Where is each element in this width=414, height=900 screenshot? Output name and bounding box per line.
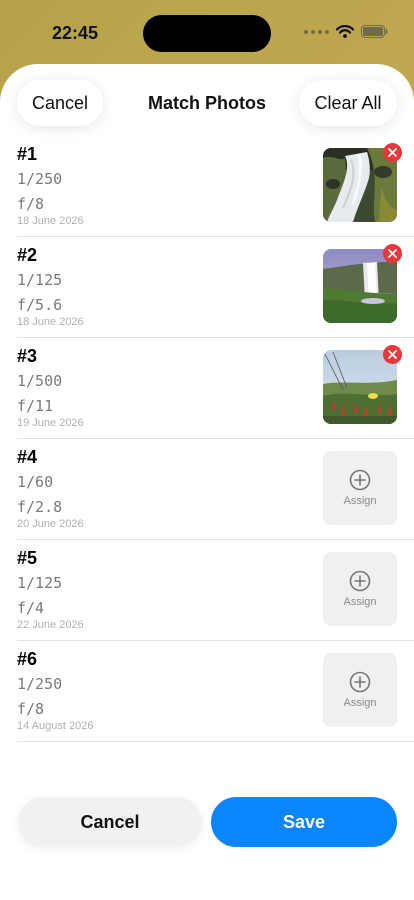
photo-thumbnail[interactable] [323,143,402,222]
cancel-button[interactable]: Cancel [18,797,202,847]
aperture: f/8 [17,195,45,213]
clear-all-button[interactable]: Clear All [299,80,397,126]
match-photos-sheet: Cancel Match Photos Clear All #1 1/250 f… [0,64,414,900]
close-circle-icon[interactable] [383,345,402,364]
photo-thumbnail[interactable] [323,345,402,424]
battery-icon [361,25,388,38]
exposure-date: 14 August 2026 [17,720,94,732]
close-circle-icon[interactable] [383,244,402,263]
exposure-number: #2 [17,245,38,265]
aperture: f/8 [17,700,45,718]
assign-label: Assign [343,596,377,608]
aperture: f/4 [17,599,45,617]
save-button[interactable]: Save [211,797,397,847]
shutter-speed: 1/125 [17,271,63,289]
exposure-date: 19 June 2026 [17,417,84,429]
signal-dots-icon [304,29,329,34]
plus-circle-icon [349,469,371,491]
aperture: f/5.6 [17,296,63,314]
plus-circle-icon [349,671,371,693]
exposure-date: 18 June 2026 [17,215,84,227]
list-item: #2 1/125 f/5.6 18 June 2026 [17,237,414,338]
assign-button[interactable]: Assign [323,451,397,525]
shutter-speed: 1/125 [17,574,63,592]
exposure-date: 18 June 2026 [17,316,84,328]
status-icons [304,25,388,38]
assign-button[interactable]: Assign [323,552,397,626]
shutter-speed: 1/250 [17,675,63,693]
dynamic-island [143,15,271,52]
assign-label: Assign [343,495,377,507]
list-item: #1 1/250 f/8 18 June 2026 [17,136,414,237]
exposure-number: #4 [17,447,38,467]
plus-circle-icon [349,570,371,592]
list-item: #4 1/60 f/2.8 20 June 2026 Assign [17,439,414,540]
aperture: f/11 [17,397,54,415]
assign-button[interactable]: Assign [323,653,397,727]
aperture: f/2.8 [17,498,63,516]
list-item: #6 1/250 f/8 14 August 2026 Assign [17,641,414,742]
exposure-date: 20 June 2026 [17,518,84,530]
exposure-list: #1 1/250 f/8 18 June 2026 #2 1/125 f/5.6… [17,136,414,742]
shutter-speed: 1/60 [17,473,54,491]
close-circle-icon[interactable] [383,143,402,162]
list-item: #3 1/500 f/11 19 June 2026 [17,338,414,439]
shutter-speed: 1/250 [17,170,63,188]
status-time: 22:45 [52,23,99,43]
sheet-nav-bar: Cancel Match Photos Clear All [0,80,414,126]
assign-label: Assign [343,697,377,709]
exposure-number: #3 [17,346,38,366]
exposure-date: 22 June 2026 [17,619,84,631]
status-bar: 22:45 [0,0,414,64]
sheet-title: Match Photos [147,93,266,113]
exposure-number: #6 [17,649,38,669]
photo-thumbnail[interactable] [323,244,402,323]
exposure-number: #5 [17,548,38,568]
wifi-icon [336,25,354,38]
exposure-number: #1 [17,144,38,164]
nav-cancel-button[interactable]: Cancel [17,80,103,126]
shutter-speed: 1/500 [17,372,63,390]
list-item: #5 1/125 f/4 22 June 2026 Assign [17,540,414,641]
